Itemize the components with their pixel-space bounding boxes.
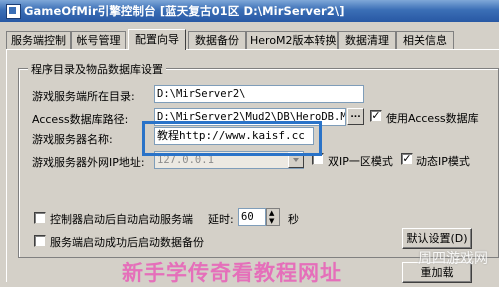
delay-unit-label: 秒 <box>288 213 299 226</box>
auto-backup-label: 服务端启动成功后启动数据备份 <box>50 236 204 249</box>
title-bar: GameOfMir引擎控制台 [蓝天复古01区 D:\MirServer2\] <box>0 0 499 22</box>
server-name-label: 游戏服务器名称: <box>32 133 113 146</box>
tab-related-info[interactable]: 相关信息 <box>396 31 454 49</box>
dynamic-ip-checkbox[interactable]: ✓ <box>401 153 413 165</box>
tab-data-backup[interactable]: 数据备份 <box>188 31 246 49</box>
auto-backup-checkbox[interactable] <box>34 235 46 247</box>
tab-herom2-version-convert[interactable]: HeroM2版本转换 <box>246 31 338 49</box>
tab-data-cleanup[interactable]: 数据清理 <box>338 31 396 49</box>
server-dir-label: 游戏服务端所在目录: <box>32 90 135 103</box>
highlight-box <box>142 121 322 156</box>
use-access-label: 使用Access数据库 <box>386 112 479 125</box>
delay-label: 延时: <box>208 213 234 226</box>
tab-account-management[interactable]: 帐号管理 <box>71 31 126 49</box>
external-ip-label: 游戏服务器外网IP地址: <box>32 156 145 169</box>
auto-start-label: 控制器启动后自动启动服务端 <box>50 213 193 226</box>
browse-button[interactable]: ... <box>347 108 364 125</box>
spin-down-icon[interactable]: ▼ <box>269 217 274 225</box>
window-title: GameOfMir引擎控制台 [蓝天复古01区 D:\MirServer2\] <box>24 4 345 18</box>
tab-server-control[interactable]: 服务端控制 <box>6 31 71 49</box>
app-icon <box>6 4 21 19</box>
auto-start-checkbox[interactable] <box>34 212 46 224</box>
dynamic-ip-label: 动态IP模式 <box>416 155 470 168</box>
tab-config-wizard[interactable]: 配置向导 <box>128 29 186 50</box>
spin-up-icon[interactable]: ▲ <box>269 209 274 217</box>
default-settings-button[interactable]: 默认设置(D) <box>402 228 472 249</box>
access-path-label: Access数据库路径: <box>32 113 129 126</box>
server-dir-input[interactable]: D:\MirServer2\ <box>154 85 364 103</box>
watermark-text: 周四游戏网 <box>418 251 488 267</box>
dual-ip-label: 双IP一区模式 <box>328 155 393 168</box>
group-title: 程序目录及物品数据库设置 <box>28 61 166 77</box>
delay-spinner[interactable]: ▲ ▼ <box>266 208 280 226</box>
tutorial-overlay-text: 新手学传奇看教程网址 <box>122 261 342 285</box>
delay-input[interactable]: 60 <box>238 208 266 226</box>
use-access-checkbox[interactable]: ✓ <box>370 110 382 122</box>
